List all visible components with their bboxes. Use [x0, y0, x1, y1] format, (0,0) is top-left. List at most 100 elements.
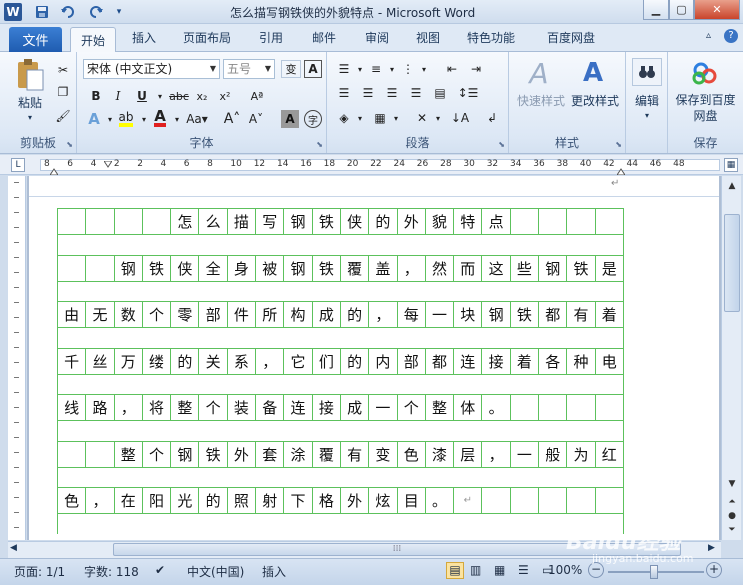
grid-cell[interactable]: 盖 — [369, 255, 398, 281]
grid-cell[interactable]: 格 — [313, 488, 341, 513]
tab-page-layout[interactable]: 页面布局 — [183, 29, 231, 46]
scroll-right-icon[interactable]: ▶ — [708, 543, 715, 553]
right-indent-marker[interactable] — [616, 164, 626, 176]
grid-cell[interactable]: 红 — [596, 441, 624, 467]
grid-cell[interactable]: 铁 — [313, 209, 341, 234]
grid-cell[interactable]: 铁 — [511, 302, 540, 327]
grid-cell[interactable]: 们 — [313, 348, 341, 374]
document-page[interactable]: ↵ 怎么描写钢铁侠的外貌特点钢铁侠全身被钢铁覆盖，然而这些钢铁是由无数个零部件所… — [29, 176, 719, 540]
font-size-combo[interactable]: 五号 ▼ — [223, 59, 275, 79]
tab-mailings[interactable]: 邮件 — [312, 29, 336, 46]
underline-dropdown-icon[interactable]: ▾ — [151, 87, 169, 105]
tab-file[interactable]: 文件 — [9, 27, 62, 52]
grid-cell[interactable]: 套 — [256, 441, 285, 467]
grid-cell[interactable]: 钢 — [115, 255, 143, 281]
grid-cell[interactable] — [511, 395, 540, 420]
grid-cell[interactable]: 缕 — [143, 348, 172, 374]
phonetic-guide-icon[interactable]: 变 — [281, 60, 301, 78]
grid-cell[interactable]: 无 — [86, 302, 115, 327]
zoom-level[interactable]: 100% — [548, 563, 582, 577]
view-ruler-icon[interactable]: ▦ — [724, 158, 738, 172]
grid-cell[interactable]: 种 — [567, 348, 596, 374]
grid-cell[interactable]: ， — [369, 302, 398, 327]
grid-cell[interactable]: 零 — [171, 302, 200, 327]
paste-icon[interactable] — [10, 57, 50, 93]
grid-cell[interactable]: ， — [482, 441, 511, 467]
grid-cell[interactable]: 连 — [454, 348, 483, 374]
grid-cell[interactable] — [567, 209, 596, 234]
grid-cell[interactable]: 覆 — [313, 441, 341, 467]
grid-cell[interactable] — [86, 209, 115, 234]
grid-cell[interactable]: 有 — [341, 441, 370, 467]
grid-cell[interactable]: 描 — [228, 209, 257, 234]
grid-cell[interactable]: 备 — [256, 395, 285, 420]
grid-cell[interactable]: 怎 — [171, 209, 200, 234]
grid-cell[interactable]: 色 — [58, 488, 87, 513]
shading-dropdown-icon[interactable]: ▾ — [351, 109, 369, 127]
grid-cell[interactable]: 部 — [398, 348, 426, 374]
grid-cell[interactable] — [143, 209, 172, 234]
grid-cell[interactable]: 部 — [199, 302, 228, 327]
grid-cell[interactable] — [596, 488, 624, 513]
scroll-down-icon[interactable]: ▼ — [724, 476, 740, 492]
grid-cell[interactable]: 有 — [567, 302, 596, 327]
grid-cell[interactable]: 外 — [228, 441, 257, 467]
grid-cell[interactable]: 钢 — [284, 255, 313, 281]
chinese-layout-dropdown-icon[interactable]: ▾ — [429, 109, 447, 127]
align-left-icon[interactable]: ☰ — [335, 84, 353, 102]
grid-cell[interactable]: 都 — [539, 302, 568, 327]
grid-cell[interactable]: 都 — [426, 348, 455, 374]
grid-cell[interactable]: 个 — [143, 441, 172, 467]
editing-button[interactable]: 编辑 — [630, 92, 664, 108]
grid-cell[interactable]: 一 — [426, 302, 455, 327]
save-to-baidu-button[interactable]: 保存到百度网盘 — [672, 92, 739, 124]
zoom-slider-thumb[interactable] — [650, 565, 658, 579]
multilevel-dropdown-icon[interactable]: ▾ — [415, 60, 433, 78]
grid-cell[interactable]: 由 — [58, 302, 87, 327]
tab-selector-icon[interactable]: L — [11, 158, 25, 172]
grid-cell[interactable]: 钢 — [482, 302, 511, 327]
grid-cell[interactable] — [86, 255, 115, 281]
editing-dropdown-icon[interactable]: ▾ — [640, 110, 654, 120]
grid-cell[interactable]: 铁 — [143, 255, 172, 281]
grid-cell[interactable]: 钢 — [171, 441, 200, 467]
grid-cell[interactable]: 钢 — [284, 209, 313, 234]
grid-cell[interactable]: 所 — [256, 302, 285, 327]
borders-dropdown-icon[interactable]: ▾ — [387, 109, 405, 127]
grid-cell[interactable] — [511, 488, 540, 513]
grid-cell[interactable]: 目 — [398, 488, 426, 513]
grid-cell[interactable]: 层 — [454, 441, 483, 467]
grid-cell[interactable]: 接 — [482, 348, 511, 374]
grid-cell[interactable]: 关 — [199, 348, 228, 374]
grid-cell[interactable]: 系 — [228, 348, 257, 374]
grid-cell[interactable] — [58, 209, 87, 234]
grid-cell[interactable]: 被 — [256, 255, 285, 281]
first-line-indent-marker[interactable] — [103, 158, 113, 168]
bold-icon[interactable]: B — [87, 87, 105, 105]
character-shading-icon[interactable]: A — [281, 110, 299, 128]
grid-cell[interactable]: 电 — [596, 348, 624, 374]
grid-cell[interactable]: 身 — [228, 255, 257, 281]
grid-cell[interactable]: 铁 — [199, 441, 228, 467]
maximize-button[interactable]: ▢ — [669, 0, 694, 20]
grid-cell[interactable]: 是 — [596, 255, 624, 281]
grid-cell[interactable]: 。 — [426, 488, 455, 513]
grid-cell[interactable]: 丝 — [86, 348, 115, 374]
strikethrough-icon[interactable]: abc — [168, 87, 190, 105]
grid-cell[interactable]: 着 — [596, 302, 624, 327]
paste-button[interactable]: 粘贴 — [10, 94, 50, 110]
grid-cell[interactable]: 全 — [199, 255, 228, 281]
minimize-button[interactable]: ▁ — [643, 0, 669, 20]
italic-icon[interactable]: I — [109, 87, 127, 105]
tab-baidu-pan[interactable]: 百度网盘 — [547, 29, 595, 46]
grid-cell[interactable]: 般 — [539, 441, 568, 467]
grid-cell[interactable]: 的 — [341, 348, 370, 374]
grid-cell[interactable]: 侠 — [171, 255, 200, 281]
grid-cell[interactable]: 的 — [199, 488, 228, 513]
grow-font-icon[interactable]: A˄ — [223, 110, 241, 128]
justify-icon[interactable]: ☰ — [407, 84, 425, 102]
align-right-icon[interactable]: ☰ — [383, 84, 401, 102]
grid-cell[interactable]: 照 — [228, 488, 257, 513]
underline-icon[interactable]: U — [133, 87, 151, 105]
grid-cell[interactable] — [567, 395, 596, 420]
